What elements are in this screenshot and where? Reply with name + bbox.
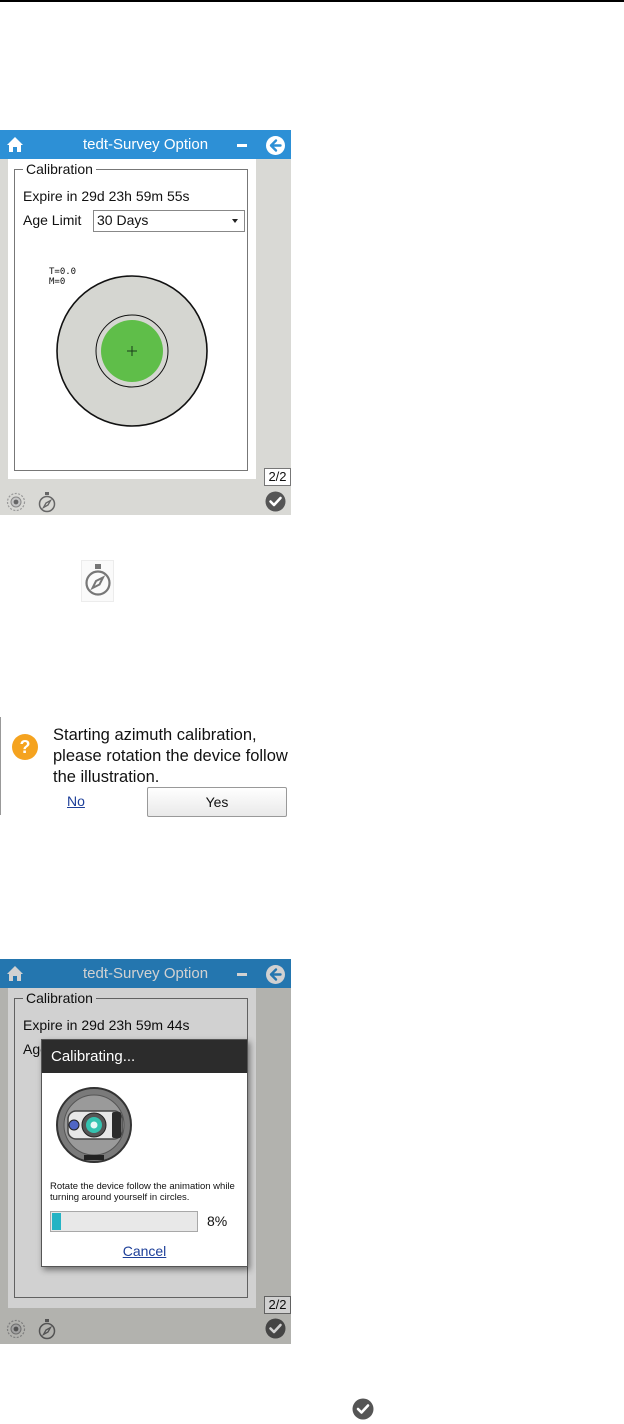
back-arrow-icon[interactable] [266, 136, 285, 155]
minimize-icon[interactable] [237, 144, 247, 147]
age-limit-label: Age Limit [23, 212, 82, 228]
azimuth-calibration-dialog: ? Starting azimuth calibration, please r… [0, 717, 292, 817]
progress-fill [52, 1213, 62, 1230]
survey-option-screen-2: tedt-Survey Option Calibration Expire in… [0, 959, 291, 1344]
compass-icon-large [81, 560, 114, 602]
modal-header: Calibrating... [42, 1040, 247, 1073]
calibrating-modal: Calibrating... Rotate the device follow … [41, 1039, 248, 1267]
title-bar: tedt-Survey Option [0, 130, 291, 159]
calibration-instruction: Rotate the device follow the animation w… [50, 1181, 235, 1203]
group-title: Calibration [23, 161, 96, 177]
confirm-check-icon[interactable] [265, 491, 286, 512]
survey-option-screen-1: tedt-Survey Option Calibration Expire in… [0, 130, 291, 515]
window-title: tedt-Survey Option [82, 136, 209, 153]
expire-text: Expire in 29d 23h 59m 55s [23, 188, 190, 204]
device-rotation-illustration [56, 1087, 132, 1163]
modal-title: Calibrating... [51, 1048, 136, 1065]
target-icon[interactable] [6, 492, 26, 512]
dropdown-arrow-icon [232, 219, 238, 223]
calibration-progress-bar [50, 1211, 198, 1232]
progress-percent: 8% [207, 1213, 228, 1229]
calibration-group: Calibration Expire in 29d 23h 59m 55s Ag… [14, 161, 248, 471]
confirm-check-icon-large [352, 1398, 374, 1420]
no-button[interactable]: No [67, 793, 85, 809]
page-indicator: 2/2 [264, 468, 291, 486]
age-limit-dropdown[interactable]: 30 Days [93, 210, 245, 232]
cancel-button[interactable]: Cancel [42, 1243, 247, 1259]
age-limit-value: 30 Days [97, 212, 149, 228]
page-top-rule [0, 0, 624, 2]
question-icon: ? [12, 734, 38, 760]
calibration-content: Calibration Expire in 29d 23h 59m 55s Ag… [8, 159, 256, 479]
calibration-target [56, 275, 208, 427]
yes-button[interactable]: Yes [147, 787, 287, 817]
svg-text:?: ? [20, 737, 31, 757]
dialog-message: Starting azimuth calibration, please rot… [53, 726, 288, 786]
compass-icon[interactable] [38, 491, 56, 513]
